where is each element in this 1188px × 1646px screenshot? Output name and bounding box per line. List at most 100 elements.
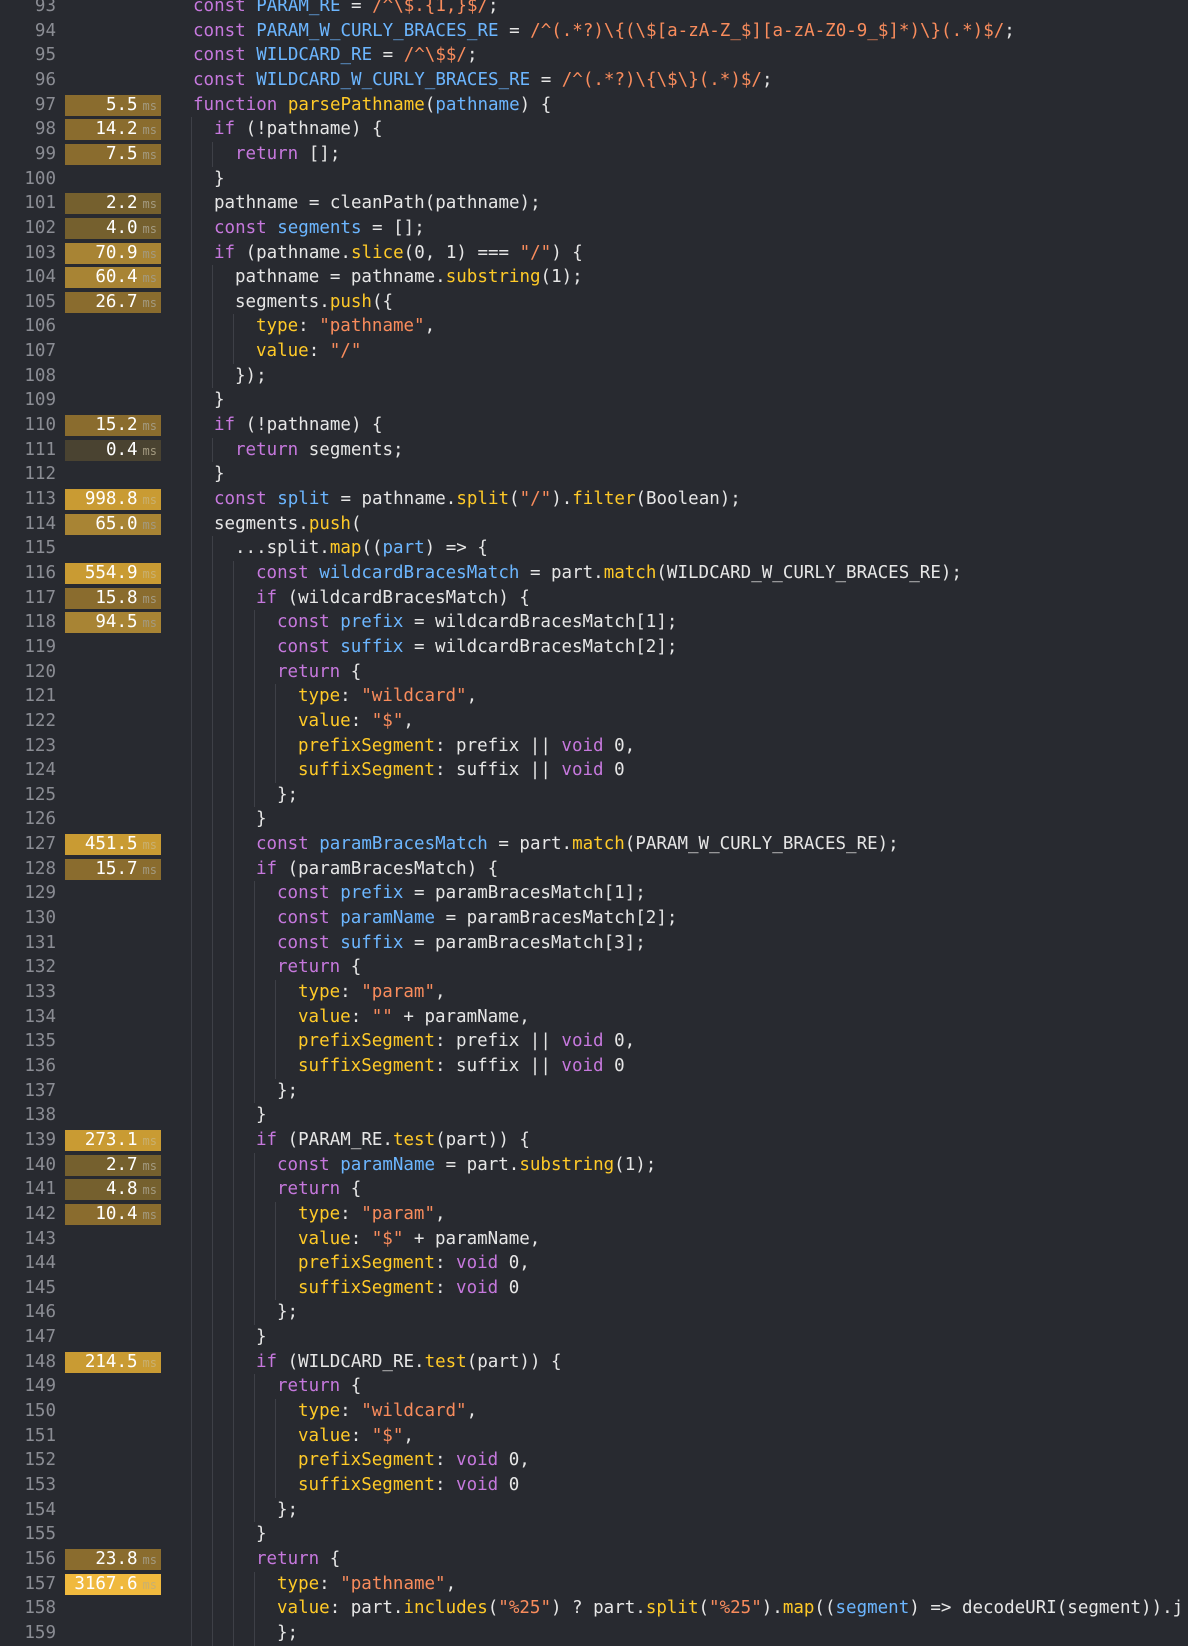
code-line[interactable]: 131 const suffix = paramBracesMatch[3];: [0, 931, 1188, 956]
code-line[interactable]: 115 ...split.map((part) => {: [0, 536, 1188, 561]
code-line[interactable]: 113 998.8 ms const split = pathname.split("…: [0, 487, 1188, 512]
code-line[interactable]: 146};: [0, 1300, 1188, 1325]
code-line[interactable]: 133 type: "param",: [0, 980, 1188, 1005]
code-line[interactable]: 143 value: "$" + paramName,: [0, 1227, 1188, 1252]
code-line[interactable]: 117 15.8 ms if (wildcardBracesMatch) {: [0, 586, 1188, 611]
timing-unit: ms: [142, 566, 157, 581]
timing-badge: 4.0 ms: [65, 217, 161, 239]
code-line[interactable]: 159};: [0, 1621, 1188, 1646]
code-line[interactable]: 140 2.7 ms const paramName = part.substring…: [0, 1153, 1188, 1178]
timing-value: 94.5: [95, 612, 138, 633]
code-line[interactable]: 121 type: "wildcard",: [0, 684, 1188, 709]
code-token: const: [193, 20, 257, 41]
code-line[interactable]: 126}: [0, 807, 1188, 832]
code-line[interactable]: 132 return {: [0, 955, 1188, 980]
code-text: return {: [277, 955, 361, 980]
code-token: if: [214, 242, 246, 263]
code-line[interactable]: 152 prefixSegment: void 0,: [0, 1448, 1188, 1473]
code-line[interactable]: 98 14.2 ms if (!pathname) {: [0, 117, 1188, 142]
code-line[interactable]: 103 70.9 ms if (pathname.slice(0, 1) === "/…: [0, 241, 1188, 266]
code-line[interactable]: 157 3167.6 ms type: "pathname",: [0, 1572, 1188, 1597]
code-line[interactable]: 114 65.0 ms segments.push(: [0, 512, 1188, 537]
code-line[interactable]: 130 const paramName = paramBracesMatch[2]…: [0, 906, 1188, 931]
code-text: return {: [277, 1374, 361, 1399]
code-line[interactable]: 153 suffixSegment: void 0: [0, 1473, 1188, 1498]
code-token: "/": [519, 242, 552, 263]
code-token: (!pathname) {: [245, 119, 383, 140]
timing-value: 998.8: [84, 489, 138, 509]
timing-unit: ms: [142, 591, 157, 606]
code-line[interactable]: 125};: [0, 783, 1188, 808]
code-line[interactable]: 120 return {: [0, 660, 1188, 685]
code-token: suffix: [340, 636, 404, 657]
line-number: 104: [24, 267, 56, 288]
code-line[interactable]: 104 60.4 ms pathname = pathname.substring(1…: [0, 265, 1188, 290]
code-line[interactable]: 93 const PARAM_RE = /^\$.{1,}$/;: [0, 0, 1188, 19]
code-line[interactable]: 96 const WILDCARD_W_CURLY_BRACES_RE = /^(…: [0, 68, 1188, 93]
line-number: 154: [24, 1499, 56, 1520]
code-line[interactable]: 106 type: "pathname",: [0, 314, 1188, 339]
code-text: const wildcardBracesMatch = part.match(W…: [256, 561, 962, 586]
code-line[interactable]: 138}: [0, 1103, 1188, 1128]
code-line[interactable]: 124 suffixSegment: suffix || void 0: [0, 758, 1188, 783]
code-line[interactable]: 137};: [0, 1079, 1188, 1104]
code-token: "$": [371, 710, 404, 731]
code-line[interactable]: 116 554.9 ms const wildcardBracesMatch = pa…: [0, 561, 1188, 586]
code-line[interactable]: 101 2.2 ms pathname = cleanPath(pathname);: [0, 191, 1188, 216]
line-number: 101: [24, 193, 56, 214]
code-line[interactable]: 142 10.4 ms type: "param",: [0, 1202, 1188, 1227]
code-line[interactable]: 97 5.5 ms function parsePathname(pathname) …: [0, 93, 1188, 118]
code-line[interactable]: 102 4.0 ms const segments = [];: [0, 216, 1188, 241]
code-token: {: [329, 1548, 341, 1569]
code-line[interactable]: 128 15.7 ms if (paramBracesMatch) {: [0, 857, 1188, 882]
code-line[interactable]: 144 prefixSegment: void 0,: [0, 1251, 1188, 1276]
code-line[interactable]: 154};: [0, 1498, 1188, 1523]
code-line[interactable]: 94 const PARAM_W_CURLY_BRACES_RE = /^(.*?…: [0, 19, 1188, 44]
line-number: 123: [24, 735, 56, 756]
code-line[interactable]: 118 94.5 ms const prefix = wildcardBracesMa…: [0, 610, 1188, 635]
code-line[interactable]: 156 23.8 ms return {: [0, 1547, 1188, 1572]
timing-value: 65.0: [95, 513, 138, 534]
code-line[interactable]: 105 26.7 ms segments.push({: [0, 290, 1188, 315]
code-line[interactable]: 139 273.1 ms if (PARAM_RE.test(part)) {: [0, 1128, 1188, 1153]
code-line[interactable]: 134 value: "" + paramName,: [0, 1005, 1188, 1030]
code-line[interactable]: 158 value: part.includes("%25") ? part.sp…: [0, 1596, 1188, 1621]
code-line[interactable]: 108});: [0, 364, 1188, 389]
code-line[interactable]: 150 type: "wildcard",: [0, 1399, 1188, 1424]
timing-badge: 214.5 ms: [65, 1351, 161, 1373]
code-token: }: [256, 1524, 267, 1545]
code-token: "param": [361, 982, 435, 1002]
code-token: (Boolean);: [635, 489, 741, 509]
code-editor[interactable]: 93 const PARAM_RE = /^\$.{1,}$/; 94 const P…: [0, 0, 1188, 1646]
code-token: }: [256, 1105, 267, 1126]
code-line[interactable]: 151 value: "$",: [0, 1424, 1188, 1449]
code-line[interactable]: 123 prefixSegment: prefix || void 0,: [0, 734, 1188, 759]
code-line[interactable]: 112}: [0, 462, 1188, 487]
code-line[interactable]: 111 0.4 ms return segments;: [0, 438, 1188, 463]
code-line[interactable]: 95 const WILDCARD_RE = /^\$$/;: [0, 43, 1188, 68]
code-text: type: "param",: [298, 980, 446, 1005]
code-line[interactable]: 109}: [0, 388, 1188, 413]
code-line[interactable]: 145 suffixSegment: void 0: [0, 1276, 1188, 1301]
code-line[interactable]: 147}: [0, 1325, 1188, 1350]
code-line[interactable]: 100}: [0, 167, 1188, 192]
code-line[interactable]: 155}: [0, 1522, 1188, 1547]
code-line[interactable]: 141 4.8 ms return {: [0, 1177, 1188, 1202]
code-line[interactable]: 148 214.5 ms if (WILDCARD_RE.test(part)) {: [0, 1350, 1188, 1375]
code-token: = part.: [519, 562, 604, 583]
code-line[interactable]: 110 15.2 ms if (!pathname) {: [0, 413, 1188, 438]
code-line[interactable]: 99 7.5 ms return [];: [0, 142, 1188, 167]
code-line[interactable]: 129 const prefix = paramBracesMatch[1];: [0, 881, 1188, 906]
code-line[interactable]: 149 return {: [0, 1374, 1188, 1399]
code-line[interactable]: 127 451.5 ms const paramBracesMatch = part.…: [0, 832, 1188, 857]
code-line[interactable]: 135 prefixSegment: prefix || void 0,: [0, 1029, 1188, 1054]
code-line[interactable]: 107 value: "/": [0, 339, 1188, 364]
code-text: if (paramBracesMatch) {: [256, 857, 498, 882]
code-line[interactable]: 136 suffixSegment: suffix || void 0: [0, 1054, 1188, 1079]
code-line[interactable]: 122 value: "$",: [0, 709, 1188, 734]
code-token: const: [214, 489, 278, 509]
code-token: }: [214, 390, 225, 411]
code-text: type: "pathname",: [277, 1572, 456, 1597]
code-token: type: [256, 316, 299, 337]
code-line[interactable]: 119 const suffix = wildcardBracesMatch[2]…: [0, 635, 1188, 660]
